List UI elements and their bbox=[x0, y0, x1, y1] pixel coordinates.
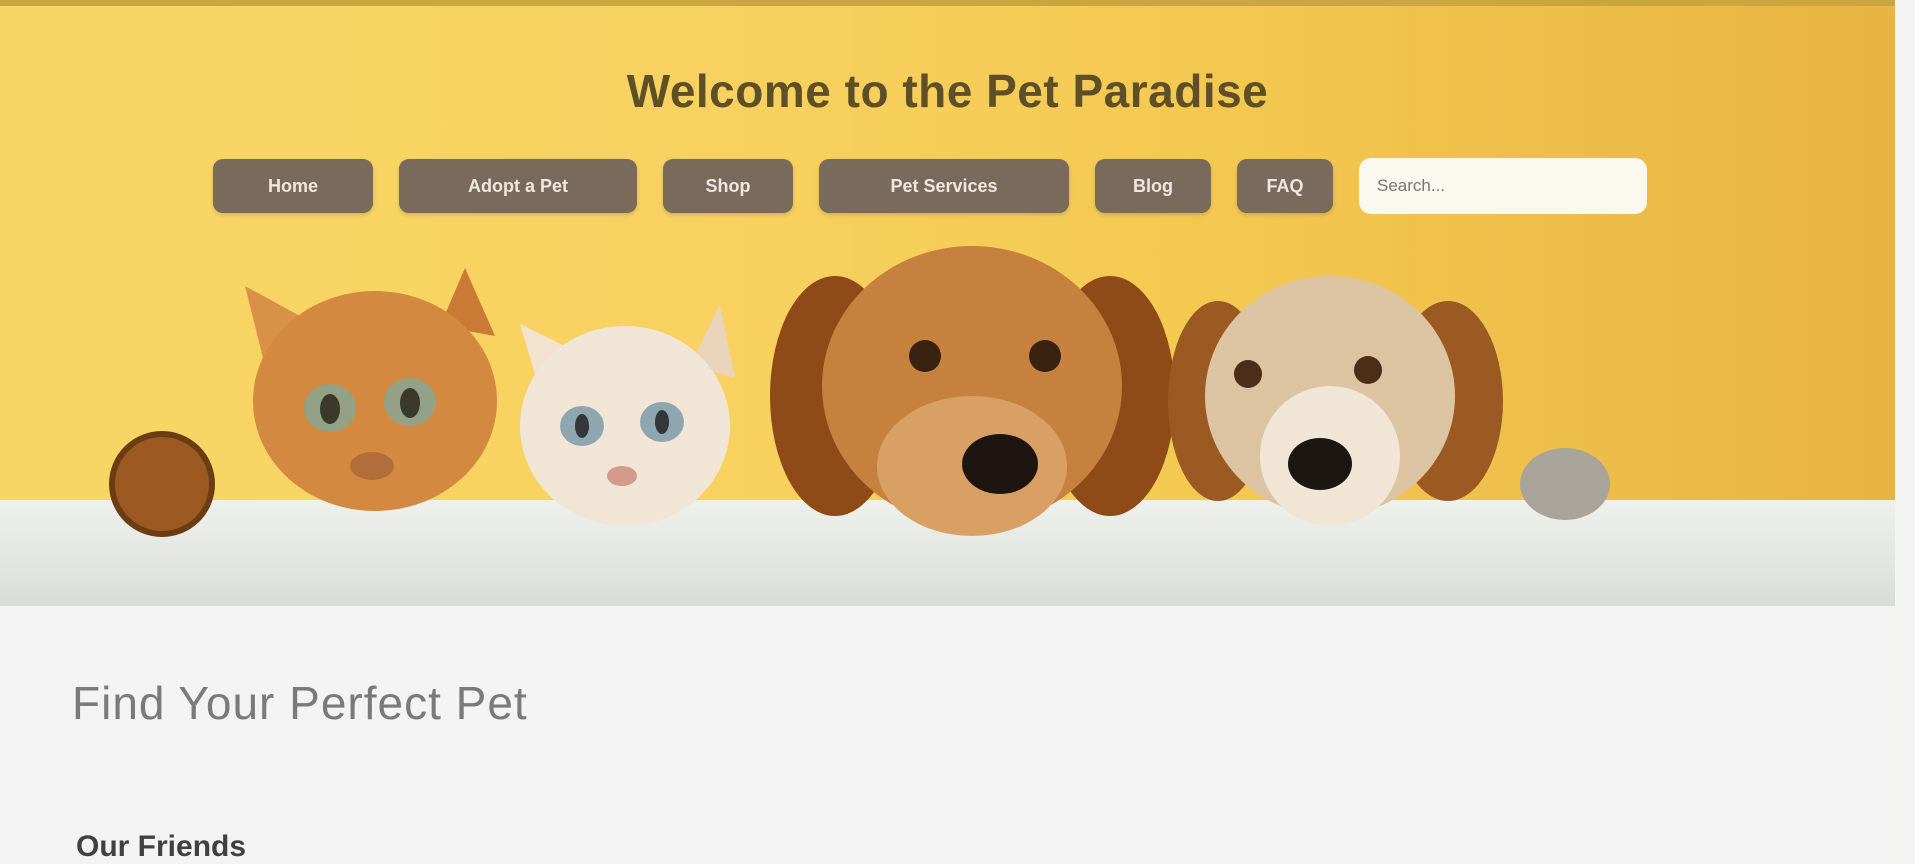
hero-banner: Welcome to the Pet Paradise Home Adopt a… bbox=[0, 6, 1895, 606]
ball-icon bbox=[109, 431, 215, 537]
section-subheading: Our Friends bbox=[76, 830, 247, 863]
nav-adopt-button[interactable]: Adopt a Pet bbox=[399, 159, 637, 213]
toy-icon bbox=[1520, 448, 1610, 520]
search-input[interactable] bbox=[1359, 158, 1647, 214]
brown-puppy-image bbox=[770, 246, 1175, 536]
nav-faq-button[interactable]: FAQ bbox=[1237, 159, 1333, 213]
nav-services-button[interactable]: Pet Services bbox=[819, 159, 1069, 213]
page: Welcome to the Pet Paradise Home Adopt a… bbox=[0, 0, 1915, 864]
section-heading: Find Your Perfect Pet bbox=[72, 677, 528, 729]
orange-kitten-image bbox=[245, 268, 497, 511]
beagle-puppy-image bbox=[1168, 276, 1503, 526]
page-scrollbar[interactable] bbox=[1895, 0, 1915, 864]
page-title: Welcome to the Pet Paradise bbox=[626, 65, 1269, 117]
white-kitten-image bbox=[520, 304, 735, 526]
nav-home-button[interactable]: Home bbox=[213, 159, 373, 213]
main-nav: Home Adopt a Pet Shop Pet Services Blog … bbox=[213, 158, 1647, 214]
nav-shop-button[interactable]: Shop bbox=[663, 159, 793, 213]
nav-blog-button[interactable]: Blog bbox=[1095, 159, 1211, 213]
